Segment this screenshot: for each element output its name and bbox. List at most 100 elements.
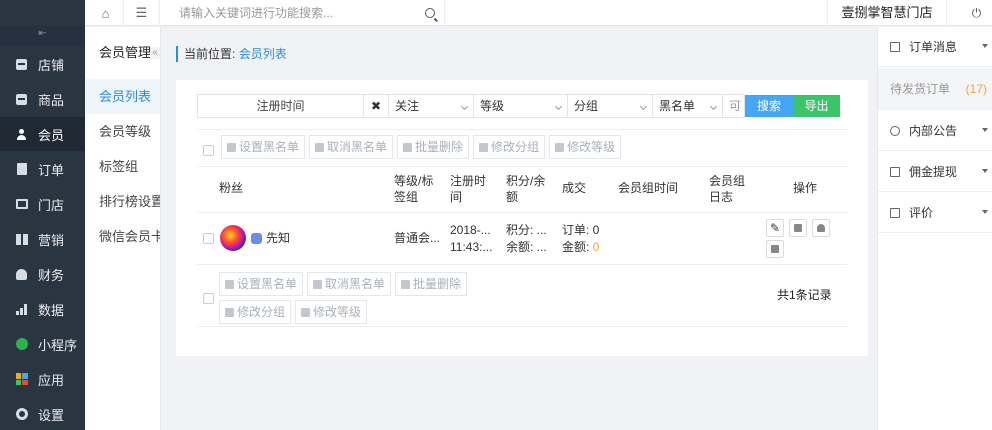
double-chevron-left-icon[interactable]: « [150, 47, 160, 59]
function-search-button[interactable] [415, 0, 445, 26]
sidebar-item-label: 营销 [38, 232, 65, 248]
sidebar-item-label: 订单 [38, 162, 65, 178]
sidebar-item-shop[interactable]: 门店 [0, 187, 85, 221]
speaker-icon [890, 125, 900, 136]
set-blacklist-button[interactable]: 设置黑名单 [221, 135, 306, 159]
order-message-item[interactable]: 订单消息 [878, 27, 992, 67]
sidebar-item-goods[interactable]: 商品 [0, 82, 85, 116]
cancel-blacklist-button[interactable]: 取消黑名单 [307, 272, 392, 296]
menu-toggle-button[interactable]: ☰ [124, 0, 160, 26]
logout-button[interactable]: ⏻ [961, 0, 992, 26]
breadcrumb-prefix: 当前位置: [184, 47, 236, 61]
member-detail-button[interactable] [789, 219, 807, 237]
user-icon [315, 142, 325, 152]
level-select[interactable]: 等级 [474, 94, 568, 118]
submenu-item-wechat-card[interactable]: 微信会员卡 [85, 219, 160, 254]
breadcrumb-current[interactable]: 会员列表 [239, 47, 287, 61]
wallet-icon [890, 166, 900, 177]
home-icon: ⌂ [101, 5, 110, 21]
sidebar-item-finance[interactable]: 财务 [0, 257, 85, 291]
member-finance-button[interactable] [812, 219, 830, 237]
delete-member-button[interactable] [766, 240, 784, 258]
users-icon [479, 142, 489, 152]
select-all-checkbox-bottom[interactable] [203, 293, 214, 304]
edit-group-button[interactable]: 修改分组 [219, 300, 292, 324]
register-time-filter[interactable]: 注册时间 [197, 94, 364, 118]
sidebar-item-label: 店铺 [38, 57, 65, 73]
sidebar-item-member[interactable]: 会员 [0, 117, 85, 151]
pending-shipment-item[interactable]: 待发货订单 (17) [878, 68, 992, 110]
chevron-down-icon [982, 169, 988, 173]
layers-icon [555, 142, 565, 152]
trash-icon [401, 279, 411, 289]
select-all-checkbox[interactable] [203, 145, 214, 156]
sidebar-top [0, 0, 85, 26]
submenu-item-member-list[interactable]: 会员列表 [85, 79, 160, 114]
batch-delete-button[interactable]: 批量删除 [395, 272, 468, 296]
sidebar-item-miniprogram[interactable]: 小程序 [0, 327, 85, 361]
header-fans: 粉丝 [219, 181, 244, 195]
pencil-icon: ✎ [769, 221, 781, 235]
order-message-label: 订单消息 [909, 40, 958, 54]
cancel-blacklist-label: 取消黑名单 [325, 277, 386, 291]
search-button[interactable]: 搜索 [745, 95, 793, 117]
submenu-title-text: 会员管理 [99, 45, 152, 60]
edit-level-label: 修改等级 [567, 140, 616, 154]
layers-icon [301, 307, 311, 317]
divider [197, 264, 847, 265]
bar-chart-icon [15, 303, 28, 316]
function-search-input[interactable] [179, 4, 439, 22]
submenu-item-tag-group[interactable]: 标签组 [85, 149, 160, 184]
export-button[interactable]: 导出 [793, 95, 840, 117]
reg-time: 11:43:... [450, 240, 493, 254]
extra-filter-input[interactable]: 可 [723, 94, 745, 118]
breadcrumb: 当前位置: 会员列表 [176, 46, 287, 62]
clipboard-icon [794, 224, 802, 232]
sidebar-item-apps[interactable]: 应用 [0, 362, 85, 396]
header-ops: 操作 [793, 181, 818, 195]
trash-icon [771, 245, 779, 253]
row-checkbox[interactable] [203, 233, 214, 244]
submenu-item-ranking[interactable]: 排行榜设置 [85, 184, 160, 219]
chevron-down-icon [982, 210, 988, 214]
edit-level-button[interactable]: 修改等级 [549, 135, 622, 159]
batch-delete-button[interactable]: 批量删除 [397, 135, 470, 159]
pending-shipment-label: 待发货订单 [890, 82, 951, 96]
order-icon [15, 163, 28, 176]
home-button[interactable]: ⌂ [88, 0, 124, 26]
blacklist-select[interactable]: 黑名单 [653, 94, 723, 118]
reg-date: 2018-... [450, 223, 491, 237]
follow-select-value: 关注 [395, 99, 420, 113]
member-submenu: 会员管理 « 会员列表 会员等级 标签组 排行榜设置 微信会员卡 [85, 27, 161, 430]
edit-group-button[interactable]: 修改分组 [473, 135, 546, 159]
header-deal: 成交 [562, 181, 587, 195]
store-name[interactable]: 壹捌掌智慧门店 [827, 0, 947, 26]
sidebar-collapse-icon[interactable]: ⇤ [0, 26, 85, 46]
review-item[interactable]: 评价 [878, 193, 992, 233]
sidebar-item-label: 会员 [38, 127, 65, 143]
edit-level-button[interactable]: 修改等级 [295, 300, 368, 324]
commission-withdraw-item[interactable]: 佣金提现 [878, 152, 992, 192]
group-select[interactable]: 分组 [568, 94, 653, 118]
internal-notice-item[interactable]: 内部公告 [878, 111, 992, 151]
submenu-item-member-level[interactable]: 会员等级 [85, 114, 160, 149]
sidebar-item-settings[interactable]: 设置 [0, 397, 85, 430]
commission-withdraw-label: 佣金提现 [909, 165, 958, 179]
header-points-balance: 积分/余额 [506, 174, 546, 204]
sidebar-item-marketing[interactable]: 营销 [0, 222, 85, 256]
divider [197, 326, 847, 327]
cancel-blacklist-button[interactable]: 取消黑名单 [309, 135, 394, 159]
edit-member-button[interactable]: ✎ [766, 219, 784, 237]
clear-date-button[interactable]: ✖ [364, 94, 389, 118]
sidebar-item-store[interactable]: 店铺 [0, 47, 85, 81]
sidebar-item-data[interactable]: 数据 [0, 292, 85, 326]
follow-select[interactable]: 关注 [389, 94, 474, 118]
member-name[interactable]: 先知 [266, 230, 290, 247]
users-icon [225, 307, 234, 317]
set-blacklist-button[interactable]: 设置黑名单 [219, 272, 304, 296]
gear-icon [15, 408, 28, 421]
member-points: 积分: ... [506, 223, 547, 237]
sidebar-item-order[interactable]: 订单 [0, 152, 85, 186]
set-blacklist-label: 设置黑名单 [239, 140, 300, 154]
sidebar-item-label: 财务 [38, 267, 65, 283]
